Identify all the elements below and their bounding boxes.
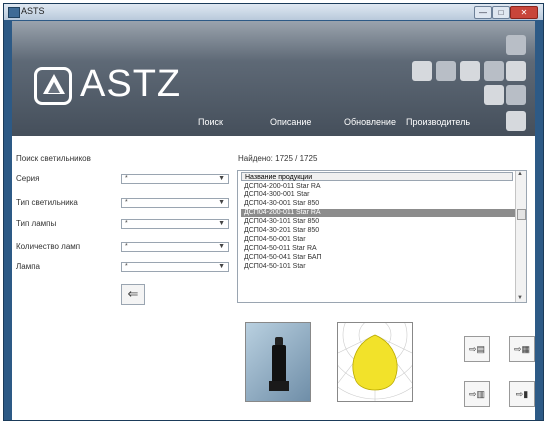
light-distribution-diagram xyxy=(310,270,440,402)
filter-label-lamp-type: Тип лампы xyxy=(16,219,57,228)
list-item[interactable]: ДСП04-50-041 Star БАП xyxy=(241,254,516,262)
minimize-button[interactable]: — xyxy=(474,6,492,19)
list-item[interactable]: ДСП04-50-011 Star RA xyxy=(241,245,516,253)
export-doc-button[interactable]: ⇨▤ xyxy=(464,336,490,362)
export-table-button[interactable]: ⇨▦ xyxy=(509,336,535,362)
decor-square xyxy=(460,61,480,81)
header-banner: ASTZ Поиск Описание Обновление Производи… xyxy=(12,21,535,136)
chevron-down-icon: ▼ xyxy=(218,199,225,206)
chevron-down-icon: ▼ xyxy=(218,220,225,227)
lamp-body xyxy=(272,345,286,385)
export-pdf-icon: ⇨▥ xyxy=(468,389,486,399)
back-button[interactable]: ⇐ xyxy=(121,284,145,305)
chevron-down-icon: ▼ xyxy=(218,263,225,270)
polar-curve-icon xyxy=(310,270,440,401)
exit-button[interactable]: ⇨▮ xyxy=(509,381,535,407)
chevron-down-icon: ▼ xyxy=(218,175,225,182)
list-item[interactable]: ДСП04-50-001 Star xyxy=(241,236,516,244)
filter-label-lamp-count: Количество ламп xyxy=(16,242,81,251)
lamp-type-select[interactable]: * ▼ xyxy=(121,219,229,229)
decor-square xyxy=(506,111,526,131)
list-item[interactable]: ДСП04-200-011 Star RA xyxy=(241,183,516,191)
decor-square xyxy=(484,85,504,105)
lamp-count-select[interactable]: * ▼ xyxy=(121,242,229,252)
close-button[interactable]: ✕ xyxy=(510,6,538,19)
nav-update[interactable]: Обновление xyxy=(344,117,396,127)
export-table-icon: ⇨▦ xyxy=(513,344,531,354)
list-column-header[interactable]: Название продукции xyxy=(241,172,513,181)
product-photo xyxy=(245,322,311,402)
app-window: ASTS — □ ✕ ASTZ Поиск Описание Обновлени… xyxy=(3,3,544,421)
main-content: Поиск светильников Серия * ▼ Тип светильн… xyxy=(12,136,535,420)
found-count: Найдено: 1725 / 1725 xyxy=(238,154,318,163)
nav-search[interactable]: Поиск xyxy=(198,117,223,127)
maximize-button[interactable]: □ xyxy=(492,6,510,19)
export-pdf-button[interactable]: ⇨▥ xyxy=(464,381,490,407)
select-value: * xyxy=(125,175,128,182)
product-list[interactable]: Название продукции ДСП04-200-011 Star RA… xyxy=(237,170,527,303)
list-item[interactable]: ДСП04-30-001 Star 850 xyxy=(241,200,516,208)
logo-text: ASTZ xyxy=(80,63,182,105)
filter-label-luminaire-type: Тип светильника xyxy=(16,198,78,207)
exit-door-icon: ⇨▮ xyxy=(515,389,529,399)
filter-label-lamp: Лампа xyxy=(16,262,40,271)
scroll-up-icon[interactable]: ▲ xyxy=(517,171,523,177)
select-value: * xyxy=(125,243,128,250)
nav-description[interactable]: Описание xyxy=(270,117,311,127)
decor-square xyxy=(484,61,504,81)
list-item[interactable]: ДСП04-30-201 Star 850 xyxy=(241,227,516,235)
logo-icon xyxy=(34,67,72,105)
back-arrow-icon: ⇐ xyxy=(127,286,139,301)
select-value: * xyxy=(125,199,128,206)
select-value: * xyxy=(125,220,128,227)
lamp-base xyxy=(269,381,289,391)
nav-manufacturer[interactable]: Производитель xyxy=(406,117,470,127)
scroll-thumb[interactable] xyxy=(517,209,526,220)
series-select[interactable]: * ▼ xyxy=(121,174,229,184)
decor-square xyxy=(506,35,526,55)
luminaire-type-select[interactable]: * ▼ xyxy=(121,198,229,208)
export-doc-icon: ⇨▤ xyxy=(468,344,486,354)
decor-square xyxy=(506,85,526,105)
list-item[interactable]: ДСП04-30-101 Star 850 xyxy=(241,218,516,226)
list-item[interactable]: ДСП04-50-101 Star xyxy=(241,263,516,271)
scroll-down-icon[interactable]: ▼ xyxy=(517,295,523,301)
list-item-selected[interactable]: ДСП04-200-011 Star RA xyxy=(241,209,516,217)
decor-square xyxy=(506,61,526,81)
lamp-select[interactable]: * ▼ xyxy=(121,262,229,272)
filter-label-series: Серия xyxy=(16,174,40,183)
list-item[interactable]: ДСП04-300-001 Star xyxy=(241,191,516,199)
select-value: * xyxy=(125,263,128,270)
list-scrollbar[interactable]: ▲ ▼ xyxy=(515,171,526,302)
decor-square xyxy=(436,61,456,81)
filters-title: Поиск светильников xyxy=(16,154,91,163)
decor-square xyxy=(412,61,432,81)
window-title: ASTS xyxy=(21,6,45,16)
chevron-down-icon: ▼ xyxy=(218,243,225,250)
title-bar: ASTS — □ ✕ xyxy=(4,4,543,20)
app-icon xyxy=(8,7,20,18)
